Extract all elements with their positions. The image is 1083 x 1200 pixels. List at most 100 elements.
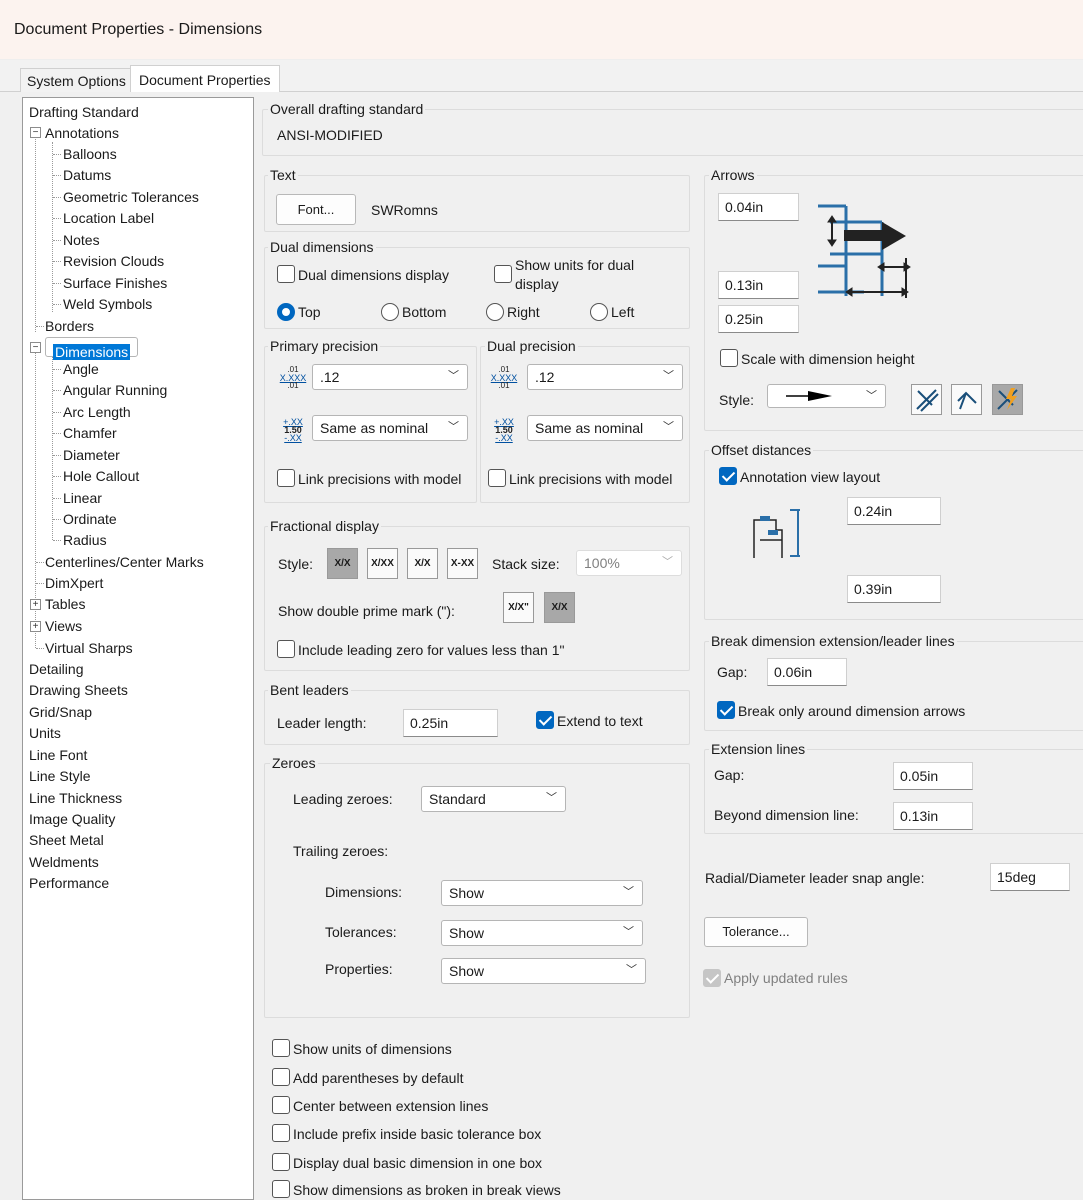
dual-precision-select[interactable]: .12 ﹀ [527, 364, 683, 390]
extension-gap-input[interactable]: 0.05in [893, 762, 973, 790]
tree-item-angular-running[interactable]: Angular Running [63, 380, 167, 400]
dual-basic-label: Display dual basic dimension in one box [293, 1155, 543, 1171]
tree-item-location-label[interactable]: Location Label [63, 208, 154, 228]
dual-tolerance-select[interactable]: Same as nominal ﹀ [527, 415, 683, 441]
broken-views-checkbox[interactable] [272, 1180, 290, 1198]
tree-item-line-thickness[interactable]: Line Thickness [29, 788, 122, 808]
annotation-view-layout-checkbox[interactable] [719, 467, 737, 485]
double-prime-off-button[interactable]: X/X [544, 592, 575, 623]
break-gap-input[interactable]: 0.06in [767, 658, 847, 686]
broken-views-label: Show dimensions as broken in break views [293, 1182, 561, 1198]
tree-item-drawing-sheets[interactable]: Drawing Sheets [29, 680, 128, 700]
leader-length-input[interactable]: 0.25in [403, 709, 498, 737]
primary-precision-select[interactable]: .12 ﹀ [312, 364, 468, 390]
arrow-outside-icon[interactable] [951, 384, 982, 415]
tree-item-centerlines[interactable]: Centerlines/Center Marks [45, 552, 204, 572]
tree-item-views[interactable]: Views [45, 616, 82, 636]
include-prefix-checkbox[interactable] [272, 1124, 290, 1142]
break-only-arrows-checkbox[interactable] [717, 701, 735, 719]
tree-item-arc-length[interactable]: Arc Length [63, 402, 131, 422]
arrow-smart-icon[interactable] [992, 384, 1023, 415]
tree-item-revision-clouds[interactable]: Revision Clouds [63, 251, 164, 271]
collapse-icon[interactable]: − [30, 342, 41, 353]
arrow-inside-icon[interactable] [911, 384, 942, 415]
radio-bottom[interactable] [381, 303, 399, 321]
arrows-label: Arrows [709, 167, 757, 183]
arrow-style-select[interactable]: ﹀ [767, 384, 886, 408]
show-units-checkbox[interactable] [272, 1039, 290, 1057]
radio-left[interactable] [590, 303, 608, 321]
tree-item-hole-callout[interactable]: Hole Callout [63, 466, 139, 486]
tree-item-weldments[interactable]: Weldments [29, 852, 99, 872]
tree-item-dimensions[interactable]: Dimensions [45, 337, 139, 360]
stack-size-select[interactable]: 100% ﹀ [576, 550, 682, 576]
dual-basic-checkbox[interactable] [272, 1153, 290, 1171]
tree-item-weld-symbols[interactable]: Weld Symbols [63, 294, 152, 314]
tree-item-drafting-standard[interactable]: Drafting Standard [29, 102, 139, 122]
tolerance-button[interactable]: Tolerance... [704, 917, 808, 947]
tree-item-balloons[interactable]: Balloons [63, 144, 117, 164]
beyond-dimension-input[interactable]: 0.13in [893, 802, 973, 830]
primary-tolerance-select[interactable]: Same as nominal ﹀ [312, 415, 468, 441]
trailing-dimensions-select[interactable]: Show ﹀ [441, 880, 643, 906]
tab-system-options[interactable]: System Options [20, 68, 133, 92]
tree-item-units[interactable]: Units [29, 723, 61, 743]
dual-link-checkbox[interactable] [488, 469, 506, 487]
expand-icon[interactable]: + [30, 599, 41, 610]
tree-item-diameter[interactable]: Diameter [63, 445, 120, 465]
dual-display-checkbox[interactable] [277, 265, 295, 283]
tree-item-borders[interactable]: Borders [45, 316, 94, 336]
tree-item-annotations[interactable]: Annotations [45, 123, 119, 143]
fraction-style-slash-button[interactable]: X/X [327, 548, 358, 579]
radio-top[interactable] [277, 303, 295, 321]
add-parentheses-checkbox[interactable] [272, 1068, 290, 1086]
fraction-style-dash-button[interactable]: X-XX [447, 548, 478, 579]
tree-item-geometric-tolerances[interactable]: Geometric Tolerances [63, 187, 199, 207]
tree-item-chamfer[interactable]: Chamfer [63, 423, 117, 443]
leading-zeroes-select[interactable]: Standard ﹀ [421, 786, 566, 812]
tree-item-datums[interactable]: Datums [63, 165, 111, 185]
tree-item-detailing[interactable]: Detailing [29, 659, 83, 679]
tree-item-linear[interactable]: Linear [63, 488, 102, 508]
tree-item-line-font[interactable]: Line Font [29, 745, 87, 765]
primary-link-checkbox[interactable] [277, 469, 295, 487]
leading-zero-checkbox[interactable] [277, 640, 295, 658]
collapse-icon[interactable]: − [30, 127, 41, 138]
trailing-properties-label: Properties: [325, 961, 393, 977]
tab-document-properties[interactable]: Document Properties [130, 65, 280, 93]
offset-distance-1-input[interactable]: 0.24in [847, 497, 941, 525]
tree-item-sheet-metal[interactable]: Sheet Metal [29, 830, 104, 850]
show-units-dual-checkbox[interactable] [494, 265, 512, 283]
tree-item-line-style[interactable]: Line Style [29, 766, 90, 786]
scale-height-checkbox[interactable] [720, 349, 738, 367]
tree-item-notes[interactable]: Notes [63, 230, 100, 250]
arrow-width-input[interactable]: 0.13in [718, 271, 799, 299]
tree-item-radius[interactable]: Radius [63, 530, 107, 550]
tree-item-surface-finishes[interactable]: Surface Finishes [63, 273, 167, 293]
tree-item-tables[interactable]: Tables [45, 594, 85, 614]
tree-item-angle[interactable]: Angle [63, 359, 99, 379]
trailing-tolerances-select[interactable]: Show ﹀ [441, 920, 643, 946]
extend-to-text-checkbox[interactable] [536, 711, 554, 729]
offset-distance-2-input[interactable]: 0.39in [847, 575, 941, 603]
fraction-style-stacked-button[interactable]: X/XX [367, 548, 398, 579]
expand-icon[interactable]: + [30, 621, 41, 632]
tab-strip: System Options Document Properties [0, 60, 1083, 93]
tree-item-ordinate[interactable]: Ordinate [63, 509, 117, 529]
center-between-checkbox[interactable] [272, 1096, 290, 1114]
tree-item-grid-snap[interactable]: Grid/Snap [29, 702, 92, 722]
tree-item-performance[interactable]: Performance [29, 873, 109, 893]
overall-standard-label: Overall drafting standard [268, 101, 426, 117]
font-button[interactable]: Font... [276, 194, 356, 225]
fraction-style-diagonal-button[interactable]: X/X [407, 548, 438, 579]
tree-item-dimxpert[interactable]: DimXpert [45, 573, 103, 593]
tree-item-image-quality[interactable]: Image Quality [29, 809, 115, 829]
arrow-length-input[interactable]: 0.25in [718, 305, 799, 333]
apply-rules-checkbox[interactable] [703, 969, 721, 987]
trailing-properties-select[interactable]: Show ﹀ [441, 958, 646, 984]
radio-right[interactable] [486, 303, 504, 321]
radial-snap-input[interactable]: 15deg [990, 863, 1070, 891]
tree-item-virtual-sharps[interactable]: Virtual Sharps [45, 638, 133, 658]
arrow-height-input[interactable]: 0.04in [718, 193, 799, 221]
double-prime-on-button[interactable]: X/X" [503, 592, 534, 623]
